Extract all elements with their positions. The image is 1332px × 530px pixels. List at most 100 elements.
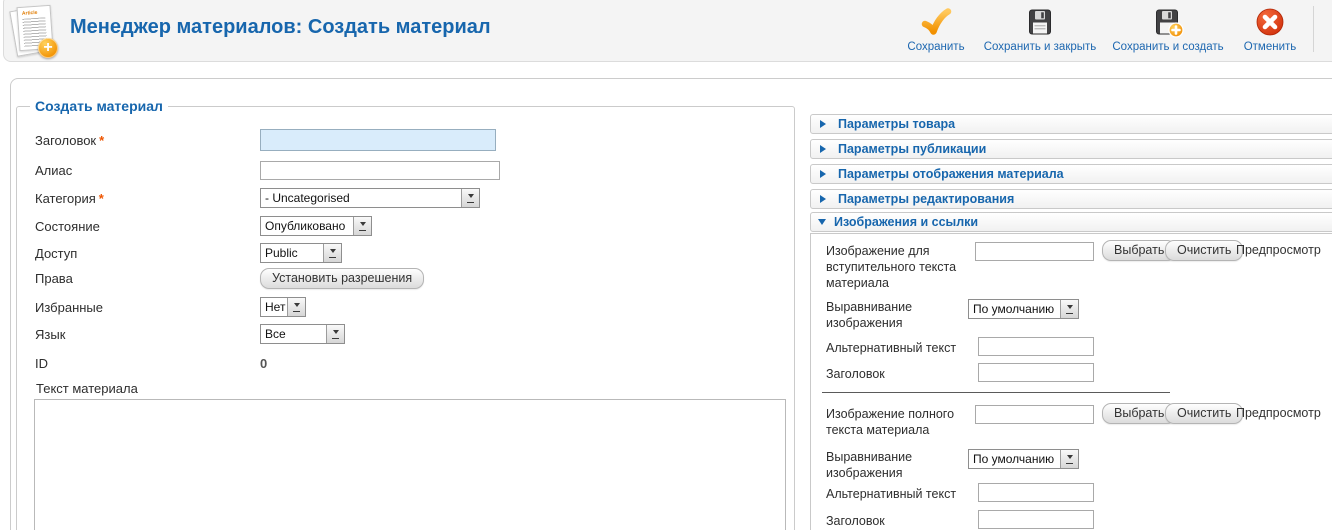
cancel-button-label: Отменить xyxy=(1243,41,1297,53)
featured-row: Избранные Нет xyxy=(35,296,306,318)
state-select-value: Опубликовано xyxy=(265,219,346,233)
panel-editing-options[interactable]: Параметры редактирования xyxy=(810,189,1332,209)
article-text-label: Текст материала xyxy=(36,381,138,396)
panel-publishing-options[interactable]: Параметры публикации xyxy=(810,139,1332,159)
save-close-button-label: Сохранить и закрыть xyxy=(983,41,1097,53)
full-caption-input[interactable] xyxy=(978,510,1094,529)
category-select-value: - Uncategorised xyxy=(265,191,350,205)
panel-images-links-label: Изображения и ссылки xyxy=(834,215,979,229)
title-label: Заголовок * xyxy=(35,133,260,148)
dropdown-arrow-icon xyxy=(1060,300,1078,318)
access-select[interactable]: Public xyxy=(260,243,342,263)
full-align-select-value: По умолчанию xyxy=(973,452,1055,466)
title-row: Заголовок * xyxy=(35,129,496,151)
article-form-fieldset: Создать материал Заголовок * Алиас Катего… xyxy=(16,98,795,530)
intro-align-select[interactable]: По умолчанию xyxy=(968,299,1079,319)
full-align-label: Выравнивание изображения xyxy=(826,450,913,480)
floppy-disk-icon xyxy=(1024,6,1056,38)
id-value: 0 xyxy=(260,355,268,371)
featured-select[interactable]: Нет xyxy=(260,297,306,317)
floppy-disk-plus-icon xyxy=(1152,6,1184,38)
title-input[interactable] xyxy=(260,129,496,151)
language-select[interactable]: Все xyxy=(260,324,345,344)
toolbar: Сохранить Сохранить и закрыть Сохранить … xyxy=(897,4,1332,55)
save-new-button-label: Сохранить и создать xyxy=(1112,41,1224,53)
access-label: Доступ xyxy=(35,245,78,261)
intro-alt-input[interactable] xyxy=(978,337,1094,356)
required-asterisk: * xyxy=(99,132,105,148)
alias-label: Алиас xyxy=(35,162,73,178)
language-select-value: Все xyxy=(265,327,286,341)
access-row: Доступ Public xyxy=(35,242,342,264)
alias-input[interactable] xyxy=(260,160,500,180)
full-align-select[interactable]: По умолчанию xyxy=(968,449,1079,469)
full-alt-label: Альтернативный текст xyxy=(826,487,957,501)
full-image-preview-label: Предпросмотр xyxy=(1236,406,1321,420)
help-button[interactable]: Справка xyxy=(1324,4,1332,55)
plus-badge-icon: + xyxy=(38,38,58,58)
dropdown-arrow-icon xyxy=(1060,450,1078,468)
featured-label: Избранные xyxy=(35,299,103,315)
dropdown-arrow-icon xyxy=(323,244,341,262)
category-select[interactable]: - Uncategorised xyxy=(260,188,480,208)
state-select[interactable]: Опубликовано xyxy=(260,216,372,236)
id-row: ID 0 xyxy=(35,352,267,374)
permissions-label: Права xyxy=(35,270,73,286)
featured-select-value: Нет xyxy=(265,300,286,314)
alias-row: Алиас xyxy=(35,159,500,181)
intro-align-label: Выравнивание изображения xyxy=(826,300,913,330)
page-title: Менеджер материалов: Создать материал xyxy=(70,16,491,38)
article-manager-screen: Article + Менеджер материалов: Создать м… xyxy=(0,0,1332,530)
category-row: Категория * - Uncategorised xyxy=(35,187,480,209)
panel-display-options-label: Параметры отображения материала xyxy=(838,167,1064,181)
chevron-right-icon xyxy=(820,120,830,128)
cancel-button[interactable]: Отменить xyxy=(1233,4,1307,55)
save-button[interactable]: Сохранить xyxy=(897,4,975,55)
title-label-text: Заголовок xyxy=(35,132,97,148)
article-add-icon: Article + xyxy=(9,4,60,58)
save-button-label: Сохранить xyxy=(907,41,965,53)
intro-image-preview-label: Предпросмотр xyxy=(1236,243,1321,257)
intro-image-input[interactable] xyxy=(975,242,1094,261)
full-caption-label: Заголовок xyxy=(826,514,885,528)
article-text-editor[interactable] xyxy=(34,399,786,530)
id-label: ID xyxy=(35,355,48,371)
full-image-clear-button[interactable]: Очистить xyxy=(1165,403,1244,424)
full-alt-input[interactable] xyxy=(978,483,1094,502)
required-asterisk: * xyxy=(98,190,104,206)
intro-caption-label: Заголовок xyxy=(826,367,885,381)
intro-caption-input[interactable] xyxy=(978,363,1094,382)
dropdown-arrow-icon xyxy=(287,298,305,316)
category-label-text: Категория xyxy=(35,190,96,206)
access-select-value: Public xyxy=(265,246,298,260)
intro-image-clear-button[interactable]: Очистить xyxy=(1165,240,1244,261)
save-close-button[interactable]: Сохранить и закрыть xyxy=(977,4,1103,55)
dropdown-arrow-icon xyxy=(353,217,371,235)
checkmark-icon xyxy=(920,6,952,38)
language-label: Язык xyxy=(35,326,66,342)
chevron-right-icon xyxy=(820,170,830,178)
dropdown-arrow-icon xyxy=(326,325,344,343)
save-new-button[interactable]: Сохранить и создать xyxy=(1105,4,1231,55)
images-links-panel-body: Изображение для вступительного текста ма… xyxy=(810,233,1332,530)
language-row: Язык Все xyxy=(35,323,345,345)
state-label: Состояние xyxy=(35,218,100,234)
panel-publishing-options-label: Параметры публикации xyxy=(838,142,987,156)
intro-alt-label: Альтернативный текст xyxy=(826,341,957,355)
article-icon-word: Article xyxy=(21,9,38,17)
set-permissions-button[interactable]: Установить разрешения xyxy=(260,267,425,289)
chevron-right-icon xyxy=(820,195,830,203)
panel-display-options[interactable]: Параметры отображения материала xyxy=(810,164,1332,184)
intro-image-label: Изображение для вступительного текста ма… xyxy=(826,244,957,290)
page-header: Article + Менеджер материалов: Создать м… xyxy=(3,0,1332,62)
dropdown-arrow-icon xyxy=(461,189,479,207)
chevron-down-icon xyxy=(818,219,826,229)
intro-align-select-value: По умолчанию xyxy=(973,302,1055,316)
panel-images-links[interactable]: Изображения и ссылки xyxy=(810,212,1332,232)
full-image-input[interactable] xyxy=(975,405,1094,424)
permissions-row: Права Установить разрешения xyxy=(35,267,425,289)
panel-product-options[interactable]: Параметры товара xyxy=(810,114,1332,134)
panel-editing-options-label: Параметры редактирования xyxy=(838,192,1015,206)
cancel-circle-icon xyxy=(1254,6,1286,38)
state-row: Состояние Опубликовано xyxy=(35,215,372,237)
